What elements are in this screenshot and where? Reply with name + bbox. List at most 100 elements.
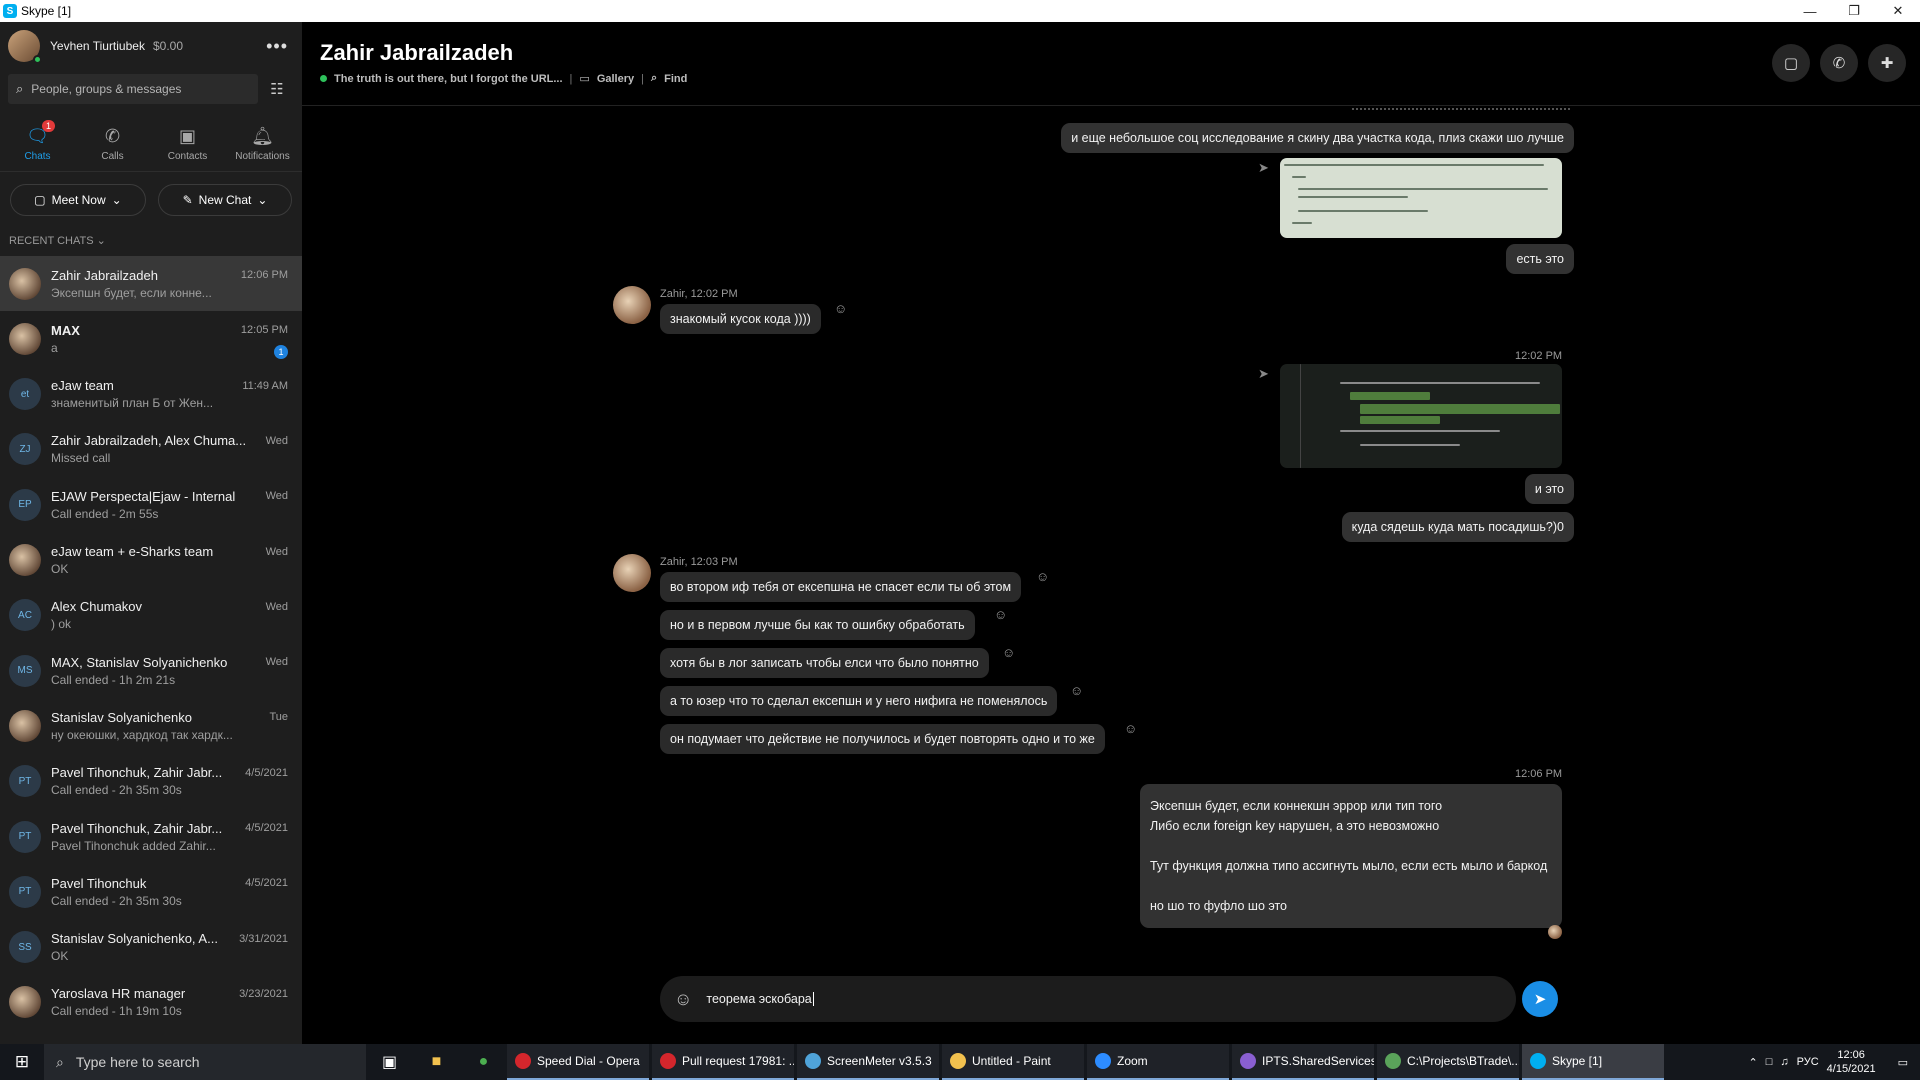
task-view-icon[interactable]: ▣ bbox=[366, 1044, 413, 1080]
search-icon: ⌕ bbox=[16, 81, 24, 96]
profile-name[interactable]: Yevhen Tiurtiubek bbox=[50, 39, 145, 53]
audio-call-button[interactable]: ✆ bbox=[1820, 44, 1858, 82]
chat-list-item[interactable]: PT Pavel Tihonchuk Call ended - 2h 35m 30s… bbox=[0, 864, 302, 919]
chat-list-item[interactable]: MS MAX, Stanislav Solyanichenko Call ended… bbox=[0, 643, 302, 698]
volume-icon[interactable]: ♫ bbox=[1780, 1056, 1788, 1068]
taskbar-app-button[interactable]: ScreenMeter v3.5.3 bbox=[797, 1044, 939, 1080]
tab-chats-label: Chats bbox=[24, 150, 51, 162]
new-chat-label: New Chat bbox=[198, 193, 252, 207]
gallery-link[interactable]: Gallery bbox=[597, 73, 634, 85]
clock[interactable]: 12:06 4/15/2021 bbox=[1827, 1048, 1876, 1076]
search-placeholder: People, groups & messages bbox=[31, 82, 182, 96]
video-call-button[interactable]: ▢ bbox=[1772, 44, 1810, 82]
chat-time: 4/5/2021 bbox=[245, 766, 288, 779]
conversation-pane: Zahir Jabrailzadeh The truth is out ther… bbox=[302, 22, 1920, 1044]
meet-now-button[interactable]: ▢ Meet Now ⌄ bbox=[10, 184, 146, 216]
more-options-icon[interactable]: ••• bbox=[266, 36, 288, 57]
dialpad-icon[interactable]: ☷ bbox=[262, 74, 292, 104]
chat-time: Wed bbox=[265, 656, 288, 669]
app-icon bbox=[950, 1053, 966, 1069]
chrome-icon[interactable]: ● bbox=[460, 1044, 507, 1080]
network-icon[interactable]: □ bbox=[1766, 1056, 1773, 1068]
app-icon bbox=[1385, 1053, 1401, 1069]
incoming-message[interactable]: знакомый кусок кода )))) bbox=[660, 304, 821, 334]
chat-list-item[interactable]: MAX a 12:05 PM 1 bbox=[0, 311, 302, 366]
chat-list-item[interactable]: Stanislav Solyanichenko ну океюшки, хардк… bbox=[0, 698, 302, 753]
chat-list-item[interactable]: Yaroslava HR manager Call ended - 1h 19m … bbox=[0, 975, 302, 1030]
taskbar-app-button[interactable]: C:\Projects\BTrade\... bbox=[1377, 1044, 1519, 1080]
message-line: Тут функция должна типо ассигнуть мыло, … bbox=[1150, 859, 1548, 873]
chat-list-item[interactable]: ZJ Zahir Jabrailzadeh, Alex Chuma... Misse… bbox=[0, 422, 302, 477]
outgoing-message[interactable]: и еще небольшое соц исследование я скину… bbox=[1061, 123, 1574, 153]
add-reaction-icon[interactable]: ☺︎ bbox=[994, 607, 1007, 622]
send-button[interactable]: ➤ bbox=[1522, 981, 1558, 1017]
add-reaction-icon[interactable]: ☺︎ bbox=[1124, 721, 1137, 736]
add-people-button[interactable]: ✚ bbox=[1868, 44, 1906, 82]
chat-name: eJaw team bbox=[51, 378, 114, 394]
chat-list-item[interactable]: SS Stanislav Solyanichenko, A... OK 3/31/20… bbox=[0, 920, 302, 975]
add-reaction-icon[interactable]: ☺︎ bbox=[1002, 645, 1015, 660]
add-reaction-icon[interactable]: ☺︎ bbox=[1036, 569, 1049, 584]
code-line bbox=[1298, 210, 1428, 212]
language-indicator[interactable]: РУС bbox=[1797, 1056, 1819, 1068]
notifications-icon[interactable]: ▭ bbox=[1898, 1056, 1908, 1069]
taskbar-search-input[interactable]: ⌕ Type here to search bbox=[44, 1044, 366, 1080]
search-input[interactable]: ⌕ People, groups & messages bbox=[8, 74, 258, 104]
find-link[interactable]: Find bbox=[664, 73, 687, 85]
add-reaction-icon[interactable]: ☺︎ bbox=[834, 301, 847, 316]
message-time: 12:02 PM bbox=[1515, 350, 1563, 362]
chat-list-item[interactable]: et eJaw team знаменитый план Б от Жен... 11… bbox=[0, 367, 302, 422]
minimize-button[interactable]: — bbox=[1788, 0, 1832, 22]
file-explorer-icon[interactable]: ■ bbox=[413, 1044, 460, 1080]
incoming-message[interactable]: хотя бы в лог записать чтобы елси что бы… bbox=[660, 648, 989, 678]
taskbar-app-button[interactable]: Untitled - Paint bbox=[942, 1044, 1084, 1080]
contact-avatar[interactable] bbox=[613, 286, 651, 324]
taskbar-app-button[interactable]: Skype [1] bbox=[1522, 1044, 1664, 1080]
chat-time: 12:06 PM bbox=[240, 269, 288, 281]
outgoing-message[interactable]: есть это bbox=[1506, 244, 1574, 274]
conversation-title[interactable]: Zahir Jabrailzadeh bbox=[320, 40, 513, 66]
skype-credit[interactable]: $0.00 bbox=[153, 39, 183, 53]
contact-avatar[interactable] bbox=[613, 554, 651, 592]
incoming-message[interactable]: он подумает что действие не получилось и… bbox=[660, 724, 1105, 754]
taskbar-app-button[interactable]: Zoom bbox=[1087, 1044, 1229, 1080]
chat-list-item[interactable]: PT Pavel Tihonchuk, Zahir Jabr... Call end… bbox=[0, 754, 302, 809]
tab-calls[interactable]: ✆ Calls bbox=[75, 116, 150, 171]
outgoing-message[interactable]: и это bbox=[1524, 474, 1574, 504]
chat-list-item[interactable]: eJaw team + e-Sharks team OK Wed bbox=[0, 533, 302, 588]
tab-contacts[interactable]: ▣ Contacts bbox=[150, 116, 225, 171]
message-input[interactable]: теорема эскобара bbox=[706, 992, 814, 1007]
code-line bbox=[1292, 222, 1312, 224]
outgoing-message[interactable]: Эксепшн будет, если коннекшн эррор или т… bbox=[1140, 784, 1562, 928]
outgoing-message[interactable]: куда сядешь куда мать посадишь?)0 bbox=[1341, 512, 1574, 542]
emoji-icon[interactable]: ☺︎ bbox=[674, 989, 692, 1010]
incoming-message[interactable]: но и в первом лучше бы как то ошибку обр… bbox=[660, 610, 975, 640]
incoming-message[interactable]: во втором иф тебя от ексепшна не спасет … bbox=[660, 572, 1022, 602]
clock-date: 4/15/2021 bbox=[1826, 1063, 1876, 1075]
chat-list-item[interactable]: PT Pavel Tihonchuk, Zahir Jabr... Pavel Ti… bbox=[0, 809, 302, 864]
chat-list-item[interactable]: Zahir Jabrailzadeh Эксепшн будет, если ко… bbox=[0, 256, 302, 311]
code-screenshot-image[interactable] bbox=[1280, 364, 1562, 468]
new-chat-button[interactable]: ✎ New Chat ⌄ bbox=[158, 184, 292, 216]
taskbar-app-button[interactable]: Speed Dial - Opera bbox=[507, 1044, 649, 1080]
message-composer[interactable]: ☺︎ теорема эскобара bbox=[660, 976, 1516, 1022]
taskbar-app-button[interactable]: IPTS.SharedServices... bbox=[1232, 1044, 1374, 1080]
chevron-down-icon: ⌄ bbox=[96, 235, 106, 247]
tab-chats[interactable]: 🗨︎ 1 Chats bbox=[0, 116, 75, 171]
profile-avatar[interactable] bbox=[8, 30, 42, 64]
maximize-button[interactable]: ❐ bbox=[1832, 0, 1876, 22]
chat-list-item[interactable]: EP EJAW Perspecta|Ejaw - Internal Call end… bbox=[0, 477, 302, 532]
show-hidden-icons-icon[interactable]: ⌃ bbox=[1749, 1056, 1758, 1069]
tab-notifications[interactable]: 🔔︎ Notifications bbox=[225, 116, 300, 171]
add-reaction-icon[interactable]: ☺︎ bbox=[1070, 683, 1083, 698]
chat-list-item[interactable]: AC Alex Chumakov) ok Wed bbox=[0, 588, 302, 643]
windows-start-icon[interactable]: ⊞ bbox=[0, 1052, 44, 1072]
online-status-dot bbox=[33, 55, 42, 64]
taskbar-app-button[interactable]: Pull request 17981: ... bbox=[652, 1044, 794, 1080]
close-button[interactable]: ✕ bbox=[1876, 0, 1920, 22]
incoming-message[interactable]: а то юзер что то сделал ексепшн и у него… bbox=[660, 686, 1058, 716]
code-screenshot-image[interactable] bbox=[1280, 158, 1562, 238]
chat-avatar bbox=[9, 544, 41, 576]
recent-chats-header[interactable]: RECENT CHATS ⌄ bbox=[0, 216, 302, 256]
chat-time: 4/5/2021 bbox=[245, 822, 288, 834]
